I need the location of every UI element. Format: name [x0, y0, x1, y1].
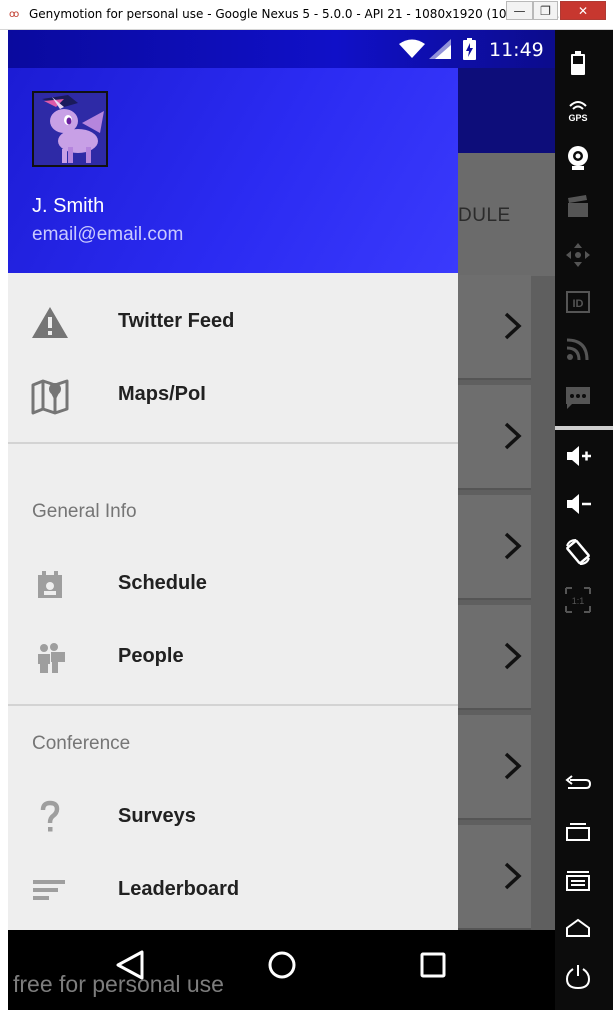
- rotate-icon[interactable]: [564, 538, 592, 566]
- leaderboard-icon: [33, 880, 65, 900]
- menu-item-leaderboard[interactable]: Leaderboard: [8, 854, 458, 927]
- home-icon[interactable]: [564, 914, 592, 942]
- recents-nav-icon[interactable]: [416, 948, 450, 982]
- scale-label: 1:1: [572, 596, 585, 606]
- menu-item-schedule[interactable]: Schedule: [8, 548, 458, 621]
- volume-up-icon[interactable]: [564, 442, 592, 470]
- chevron-right-icon: [504, 422, 522, 450]
- section-title-conference: Conference: [32, 733, 131, 754]
- camera-icon[interactable]: [564, 144, 592, 172]
- wifi-icon: [399, 39, 425, 58]
- battery-icon[interactable]: [564, 49, 592, 77]
- chevron-right-icon: [504, 642, 522, 670]
- map-icon: [31, 379, 69, 415]
- status-time: 11:49: [489, 39, 544, 61]
- power-icon[interactable]: [564, 962, 592, 990]
- chevron-right-icon: [504, 312, 522, 340]
- id-icon[interactable]: ID: [564, 288, 592, 316]
- home-nav-icon[interactable]: [265, 948, 299, 982]
- clapperboard-icon[interactable]: [564, 192, 592, 220]
- list-item: [458, 275, 531, 380]
- menu-item-twitter-feed[interactable]: Twitter Feed: [8, 286, 458, 359]
- scale-icon[interactable]: 1:1: [564, 586, 592, 614]
- tab-schedule: DULE: [458, 205, 511, 226]
- status-bar: 11:49: [8, 30, 555, 68]
- volume-down-icon[interactable]: [564, 490, 592, 518]
- list-item: [458, 495, 531, 600]
- genymotion-logo-icon: oo: [9, 9, 19, 20]
- menu-item-maps[interactable]: Maps/PoI: [8, 359, 458, 432]
- chevron-right-icon: [504, 752, 522, 780]
- list-item: [458, 385, 531, 490]
- question-icon: [40, 800, 60, 832]
- section-title-general-info: General Info: [32, 501, 137, 522]
- avatar[interactable]: [32, 91, 108, 167]
- navigation-bar: [8, 930, 555, 1010]
- menu-item-surveys[interactable]: Surveys: [8, 781, 458, 854]
- navigation-drawer: J. Smith email@email.com Twitter Feed Ma…: [8, 68, 458, 930]
- menu-item-label: Schedule: [118, 572, 207, 594]
- calendar-icon: [38, 571, 62, 598]
- user-email: email@email.com: [32, 224, 184, 245]
- emulator-sidebar: GPS ID 1:1: [555, 30, 613, 1010]
- pony-avatar-icon: [34, 93, 106, 165]
- back-icon[interactable]: [564, 770, 592, 798]
- watermark: free for personal use: [13, 971, 224, 997]
- menu-item-label: Surveys: [118, 805, 196, 827]
- menu-item-label: Leaderboard: [118, 878, 240, 900]
- divider: [8, 704, 458, 706]
- chevron-right-icon: [504, 862, 522, 890]
- minimize-button[interactable]: —: [506, 1, 533, 20]
- menu-item-label: Twitter Feed: [118, 310, 235, 332]
- rss-icon[interactable]: [564, 335, 592, 363]
- signal-icon: [429, 39, 451, 59]
- user-name: J. Smith: [32, 195, 105, 217]
- divider: [8, 442, 458, 444]
- menu-icon[interactable]: [564, 866, 592, 894]
- warning-icon: [32, 307, 68, 338]
- id-label: ID: [573, 298, 584, 310]
- menu-item-label: Maps/PoI: [118, 383, 206, 405]
- window-titlebar: oo Genymotion for personal use - Google …: [0, 0, 613, 30]
- recent-apps-icon[interactable]: [564, 818, 592, 846]
- device-screen: 11:49 DULE J. Smith email@email.com Twit…: [8, 30, 555, 1010]
- window-title: Genymotion for personal use - Google Nex…: [29, 7, 564, 21]
- drawer-header: J. Smith email@email.com: [8, 68, 458, 273]
- list-item: [458, 715, 531, 820]
- list-item: [458, 825, 531, 930]
- list-item: [458, 605, 531, 710]
- menu-item-label: People: [118, 645, 184, 667]
- battery-charging-icon: [463, 38, 476, 60]
- gps-label: GPS: [568, 113, 587, 123]
- chevron-right-icon: [504, 532, 522, 560]
- people-icon: [38, 643, 65, 673]
- close-button[interactable]: ✕: [560, 1, 606, 20]
- sms-icon[interactable]: [564, 384, 592, 412]
- maximize-button[interactable]: ❐: [533, 1, 558, 20]
- menu-item-people[interactable]: People: [8, 621, 458, 694]
- sidebar-divider: [555, 426, 613, 430]
- gps-icon[interactable]: GPS: [564, 96, 592, 124]
- dpad-icon[interactable]: [564, 241, 592, 269]
